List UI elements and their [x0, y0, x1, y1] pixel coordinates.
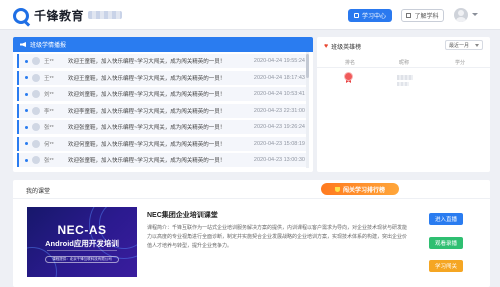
- avatar[interactable]: [454, 8, 468, 22]
- notice-time: 2020-04-23 19:26:24: [253, 124, 305, 130]
- user-avatar-icon: [32, 139, 40, 148]
- first-place-medal-icon: [344, 72, 353, 83]
- notice-message: 欢迎张童鞋，加入快乐编程~学习大闯关，成为闯关精英的一员！: [68, 158, 226, 164]
- course-cover[interactable]: NEC-AS Android应用开发培训 课程提供：北京千锋互联科技有限公司: [27, 207, 137, 277]
- learn-subject-button[interactable]: 了解学科: [401, 9, 444, 22]
- ranking-title: 班级英雄榜: [331, 45, 362, 51]
- logo-mark-icon: [13, 7, 29, 24]
- notices-scrollbar-thumb[interactable]: [306, 54, 309, 78]
- notice-message: 欢迎王童鞋，加入快乐编程~学习大闯关，成为闯关精英的一员！: [68, 59, 226, 65]
- period-select[interactable]: 最近一月: [445, 40, 483, 50]
- user-avatar-icon: [32, 57, 40, 65]
- my-classroom-panel: 我的课堂 闯关学习排行榜 NEC-AS Android应用开发培训 课程提供：北…: [13, 180, 490, 287]
- user-avatar-icon: [32, 123, 40, 131]
- notice-user-name: 张**: [44, 158, 54, 164]
- blurred-nickname: [397, 75, 413, 80]
- monitor-icon: [353, 13, 359, 18]
- blurred-user-info: [88, 11, 122, 19]
- logo[interactable]: 千锋教育: [13, 7, 84, 24]
- leaderboard-button[interactable]: 闯关学习排行榜: [321, 183, 399, 195]
- notice-time: 2020-04-24 19:55:24: [253, 58, 305, 64]
- notice-user-name: 张**: [44, 125, 54, 131]
- notice-row[interactable]: 李** 欢迎李童鞋，加入快乐编程~学习大闯关，成为闯关精英的一员！ 2020-04-…: [17, 103, 309, 118]
- notice-user-name: 何**: [44, 141, 54, 148]
- learn-challenge-button[interactable]: 学习闯关: [429, 260, 463, 272]
- notices-header: 班级学情播报: [13, 37, 313, 52]
- user-avatar-icon: [32, 73, 40, 82]
- divider: [13, 198, 490, 199]
- section-title: 我的课堂: [26, 189, 51, 195]
- learn-subject-label: 了解学科: [414, 14, 439, 20]
- notice-message: 欢迎何童鞋，加入快乐编程~学习大闯关，成为闯关精英的一员！: [68, 141, 226, 148]
- blurred-nickname-sub: [397, 82, 409, 86]
- heart-icon: ♥: [324, 43, 329, 50]
- notices-title: 班级学情播报: [30, 43, 67, 49]
- notice-user-name: 王**: [44, 75, 54, 82]
- course-name[interactable]: NEC集团企业培训课堂: [147, 210, 218, 220]
- cover-provider: 课程提供：北京千锋互联科技有限公司: [45, 256, 119, 263]
- notice-row[interactable]: 张** 欢迎张童鞋，加入快乐编程~学习大闯关，成为闯关精英的一员！ 2020-04-…: [17, 120, 309, 134]
- leaderboard-label: 闯关学习排行榜: [342, 187, 385, 194]
- top-header: 千锋教育 学习中心 了解学科: [0, 0, 500, 30]
- ranking-header: ♥ 班级英雄榜: [324, 42, 361, 51]
- col-rank: 排名: [345, 60, 356, 66]
- col-nickname: 昵称: [399, 60, 410, 66]
- study-center-button[interactable]: 学习中心: [348, 9, 392, 22]
- user-avatar-icon: [32, 90, 40, 98]
- notice-time: 2020-04-24 18:17:43: [253, 74, 305, 81]
- notice-row[interactable]: 刘** 欢迎刘童鞋，加入快乐编程~学习大闯关，成为闯关精英的一员！ 2020-04-…: [17, 87, 309, 101]
- bullet-dot-icon: [25, 92, 28, 96]
- bullet-dot-icon: [25, 158, 28, 162]
- notice-time: 2020-04-23 15:08:19: [253, 140, 305, 147]
- cover-divider: [47, 250, 117, 251]
- speaker-icon: [20, 42, 26, 47]
- col-score: 学分: [455, 60, 466, 66]
- notice-row[interactable]: 王** 欢迎王童鞋，加入快乐编程~学习大闯关，成为闯关精英的一员！ 2020-04-…: [17, 54, 309, 68]
- bullet-dot-icon: [25, 59, 28, 63]
- notice-row[interactable]: 张** 欢迎张童鞋，加入快乐编程~学习大闯关，成为闯关精英的一员！ 2020-04-…: [17, 153, 309, 167]
- notice-row[interactable]: 王** 欢迎王童鞋，加入快乐编程~学习大闯关，成为闯关精英的一员！ 2020-04-…: [17, 70, 309, 85]
- notice-time: 2020-04-24 10:53:41: [253, 91, 305, 97]
- period-select-value: 最近一月: [449, 42, 470, 49]
- trophy-icon: [334, 186, 340, 192]
- cover-title: NEC-AS: [57, 223, 107, 237]
- enter-live-button[interactable]: 进入直播: [429, 213, 463, 225]
- bullet-dot-icon: [25, 109, 28, 112]
- bullet-dot-icon: [25, 125, 28, 129]
- notice-message: 欢迎王童鞋，加入快乐编程~学习大闯关，成为闯关精英的一员！: [68, 75, 226, 82]
- notice-time: 2020-04-23 22:31:00: [253, 107, 305, 114]
- logo-text: 千锋教育: [34, 9, 85, 23]
- bullet-dot-icon: [25, 76, 28, 79]
- hero-ranking-panel: ♥ 班级英雄榜 最近一月 排名 昵称 学分: [317, 37, 490, 172]
- study-center-label: 学习中心: [361, 14, 386, 20]
- user-avatar-icon: [32, 106, 40, 115]
- bullet-dot-icon: [25, 142, 28, 145]
- course-description: 课程简介：千锋互联作为一站式企业培训服务解决方案的提供，内训课程以客户需求为导向…: [147, 225, 408, 249]
- watch-replay-button[interactable]: 观看录播: [429, 237, 463, 249]
- notice-user-name: 刘**: [44, 92, 54, 98]
- notice-user-name: 李**: [44, 108, 54, 115]
- notice-message: 欢迎李童鞋，加入快乐编程~学习大闯关，成为闯关精英的一员！: [68, 108, 226, 115]
- notice-message: 欢迎刘童鞋，加入快乐编程~学习大闯关，成为闯关精英的一员！: [68, 92, 226, 98]
- notice-row[interactable]: 何** 欢迎何童鞋，加入快乐编程~学习大闯关，成为闯关精英的一员！ 2020-04-…: [17, 136, 309, 151]
- chevron-down-icon[interactable]: [472, 13, 478, 16]
- notice-message: 欢迎张童鞋，加入快乐编程~学习大闯关，成为闯关精英的一员！: [68, 125, 226, 131]
- cover-subtitle: Android应用开发培训: [45, 239, 119, 248]
- notice-user-name: 王**: [44, 59, 54, 65]
- book-icon: [406, 13, 412, 18]
- notice-time: 2020-04-23 13:00:30: [253, 157, 305, 163]
- chevron-down-icon: [475, 44, 479, 47]
- ranking-columns: 排名 昵称 学分: [317, 56, 490, 68]
- user-avatar-icon: [32, 156, 40, 164]
